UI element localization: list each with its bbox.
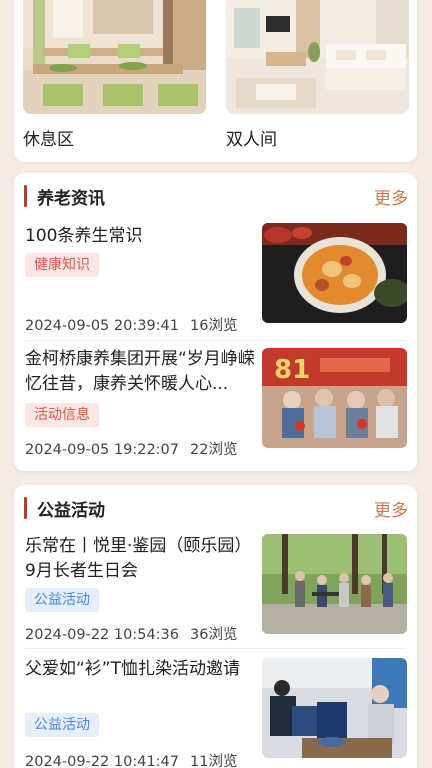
- news-item[interactable]: 100条养生常识 健康知识 2024-09-05 20:39:41 16浏览: [14, 223, 417, 349]
- charity-item[interactable]: 父爱如“衫”T恤扎染活动邀请 公益活动 2024-09-22 10:41:47 1…: [14, 657, 417, 768]
- room-lounge[interactable]: 休息区: [23, 0, 206, 150]
- news-item-title[interactable]: 100条养生常识: [25, 224, 261, 249]
- charity-item[interactable]: 乐常在丨悦里·鉴园（颐乐园）9月长者生日会 公益活动 2024-09-22 10…: [14, 534, 417, 659]
- room-lounge-label: 休息区: [23, 130, 74, 150]
- news-item[interactable]: 金柯桥康养集团开展“岁月峥嵘忆往昔，康养关怀暖人心... 活动信息 2024-0…: [14, 347, 417, 471]
- charity-item-date: 2024-09-22 10:41:47: [25, 754, 179, 768]
- news-item-thumbnail[interactable]: 81: [262, 348, 407, 448]
- news-divider: [25, 340, 406, 341]
- room-double-label: 双人间: [226, 130, 277, 150]
- news-accent-bar: [24, 185, 27, 207]
- rooms-card: 休息区 双人间: [14, 0, 417, 162]
- news-item-tag: 健康知识: [25, 253, 99, 277]
- charity-more-link[interactable]: 更多: [374, 496, 408, 521]
- charity-item-title[interactable]: 父爱如“衫”T恤扎染活动邀请: [25, 657, 261, 682]
- news-title: 养老资讯: [37, 189, 105, 209]
- charity-title: 公益活动: [37, 501, 105, 521]
- charity-divider: [25, 648, 406, 649]
- news-header: 养老资讯 更多: [14, 173, 417, 217]
- news-item-views: 16浏览: [190, 318, 238, 334]
- charity-item-date: 2024-09-22 10:54:36: [25, 627, 179, 643]
- charity-item-tag: 公益活动: [25, 713, 99, 737]
- room-double-image[interactable]: [226, 0, 409, 114]
- charity-item-meta: 2024-09-22 10:54:36 36浏览: [25, 623, 237, 644]
- news-item-thumbnail[interactable]: [262, 223, 407, 323]
- charity-header: 公益活动 更多: [14, 485, 417, 529]
- charity-item-tag: 公益活动: [25, 588, 99, 612]
- charity-item-views: 11浏览: [190, 754, 238, 768]
- news-item-date: 2024-09-05 20:39:41: [25, 318, 179, 334]
- news-item-meta: 2024-09-05 19:22:07 22浏览: [25, 438, 237, 459]
- charity-item-thumbnail[interactable]: [262, 534, 407, 634]
- charity-item-meta: 2024-09-22 10:41:47 11浏览: [25, 750, 237, 768]
- news-more-link[interactable]: 更多: [374, 184, 408, 209]
- charity-item-views: 36浏览: [190, 627, 238, 643]
- news-item-tag: 活动信息: [25, 403, 99, 427]
- charity-accent-bar: [24, 497, 27, 519]
- news-item-date: 2024-09-05 19:22:07: [25, 442, 179, 458]
- news-thumb-number: 81: [274, 355, 310, 385]
- room-double[interactable]: 双人间: [226, 0, 409, 150]
- news-item-title[interactable]: 金柯桥康养集团开展“岁月峥嵘忆往昔，康养关怀暖人心...: [25, 347, 261, 397]
- news-section: 养老资讯 更多 100条养生常识 健康知识 2024-09-05 20:39:4…: [14, 173, 417, 471]
- charity-item-title[interactable]: 乐常在丨悦里·鉴园（颐乐园）9月长者生日会: [25, 534, 261, 584]
- charity-section: 公益活动 更多 乐常在丨悦里·鉴园（颐乐园）9月长者生日会 公益活动 2024-…: [14, 485, 417, 768]
- news-item-views: 22浏览: [190, 442, 238, 458]
- room-lounge-image[interactable]: [23, 0, 206, 114]
- charity-item-thumbnail[interactable]: [262, 658, 407, 758]
- news-item-meta: 2024-09-05 20:39:41 16浏览: [25, 314, 237, 335]
